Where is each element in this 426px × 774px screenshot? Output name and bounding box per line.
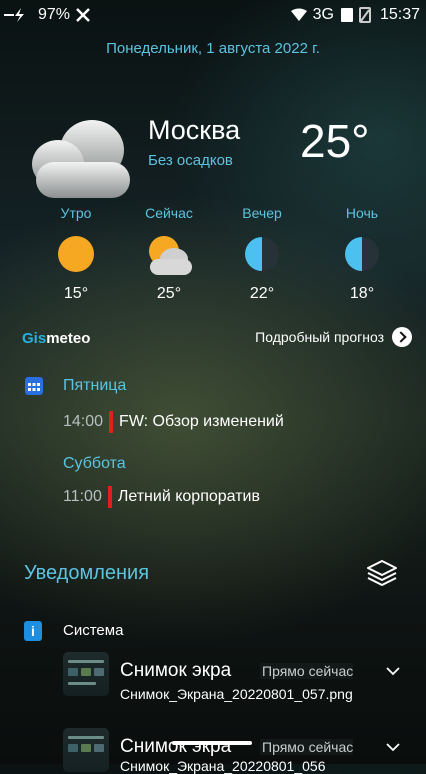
calendar-icon	[25, 377, 43, 395]
half-moon-icon	[241, 233, 283, 275]
current-temperature: 25°	[300, 115, 370, 167]
screenshot-thumbnail[interactable]	[63, 728, 109, 772]
notification-title[interactable]: Снимок экра	[120, 736, 231, 758]
event-title: Летний корпоратив	[117, 488, 260, 505]
gismeteo-logo[interactable]: Gismeteo	[22, 330, 90, 347]
notifications-header: Уведомления	[24, 562, 150, 584]
notification-title[interactable]: Снимок экра	[120, 660, 231, 682]
screenshot-thumbnail[interactable]	[63, 652, 109, 696]
sun-icon	[55, 233, 97, 275]
notification-time: Прямо сейчас	[260, 663, 354, 679]
detailed-forecast-label: Подробный прогноз	[255, 329, 384, 345]
forecast-label: Вечер	[242, 205, 282, 221]
home-indicator[interactable]	[172, 741, 252, 745]
notification-group-label: Система	[63, 622, 124, 639]
status-right: 3G 15:37	[290, 6, 420, 24]
forecast-morning: Утро 15°	[36, 205, 116, 303]
info-icon: i	[24, 621, 42, 641]
charging-icon	[4, 8, 24, 22]
half-moon-icon	[341, 233, 383, 275]
detailed-forecast-link[interactable]: Подробный прогноз	[255, 327, 412, 347]
event-time: 11:00	[63, 488, 102, 505]
calendar-event[interactable]: 14:00 FW: Обзор изменений	[63, 411, 284, 433]
date-label: Понедельник, 1 августа 2022 г.	[106, 40, 320, 57]
forecast-temp: 18°	[349, 285, 375, 302]
status-left: 97%	[4, 6, 92, 24]
event-time: 14:00	[63, 413, 104, 430]
weather-description: Без осадков	[148, 152, 233, 169]
forecast-label: Утро	[60, 205, 92, 221]
notification-subtitle: Снимок_Экрана_20220801_057.png	[120, 686, 353, 702]
forecast-label: Сейчас	[145, 205, 193, 221]
calendar-day: Суббота	[63, 455, 126, 472]
chevron-down-icon[interactable]	[386, 742, 400, 752]
forecast-now: Сейчас 25°	[129, 205, 209, 303]
tools-icon	[76, 8, 90, 22]
event-title: FW: Обзор изменений	[119, 413, 284, 430]
battery-percent: 97%	[38, 6, 71, 23]
forecast-label: Ночь	[345, 205, 379, 221]
cloud-icon	[32, 120, 130, 198]
wifi-icon	[290, 8, 307, 21]
notification-time: Прямо сейчас	[260, 739, 354, 755]
signal-battery-icon	[340, 7, 371, 23]
city-name: Москва	[148, 115, 241, 145]
calendar-day: Пятница	[63, 377, 127, 394]
event-color-bar	[107, 486, 112, 508]
status-bar: 97% 3G 15:37	[0, 0, 426, 34]
forecast-temp: 15°	[63, 285, 89, 302]
layers-icon[interactable]	[364, 555, 400, 591]
brand-prefix: Gis	[22, 330, 47, 347]
forecast-evening: Вечер 22°	[222, 205, 302, 303]
clock: 15:37	[379, 6, 420, 23]
event-color-bar	[109, 411, 114, 433]
brand-suffix: meteo	[46, 330, 91, 347]
partly-cloudy-icon	[148, 233, 192, 275]
network-type: 3G	[312, 6, 334, 23]
calendar-event[interactable]: 11:00 Летний корпоратив	[63, 486, 260, 508]
chevron-down-icon[interactable]	[386, 666, 400, 676]
forecast-night: Ночь 18°	[322, 205, 402, 303]
forecast-temp: 25°	[156, 285, 182, 302]
chevron-right-icon	[392, 327, 412, 347]
notification-subtitle: Снимок_Экрана_20220801_056	[120, 758, 326, 774]
forecast-temp: 22°	[249, 285, 275, 302]
